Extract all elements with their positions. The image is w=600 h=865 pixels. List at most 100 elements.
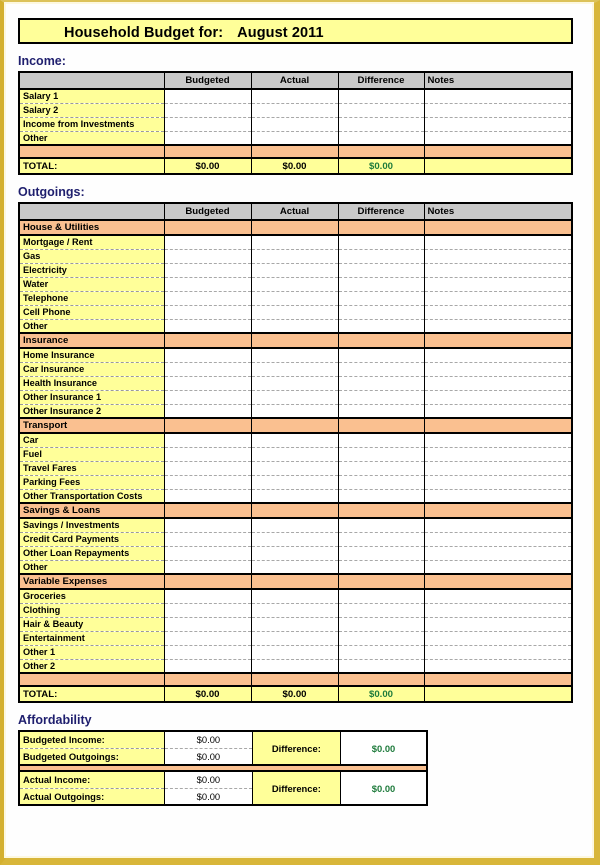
cell-notes[interactable] (424, 475, 572, 490)
cell-actual[interactable] (251, 319, 339, 334)
cell-difference[interactable] (338, 103, 425, 118)
cell-budgeted[interactable] (164, 319, 252, 334)
cell-actual[interactable] (251, 560, 339, 575)
cell-notes[interactable] (424, 235, 572, 250)
cell-difference[interactable] (338, 390, 425, 405)
affordability-value[interactable]: $0.00 (164, 771, 253, 789)
cell-notes[interactable] (424, 645, 572, 660)
cell-budgeted[interactable] (164, 291, 252, 306)
cell-difference[interactable] (338, 589, 425, 604)
cell-budgeted[interactable] (164, 518, 252, 533)
cell-difference[interactable] (338, 291, 425, 306)
cell-actual[interactable] (251, 404, 339, 419)
affordability-value[interactable]: $0.00 (164, 788, 253, 805)
cell-difference[interactable] (338, 532, 425, 547)
cell-difference[interactable] (338, 348, 425, 363)
cell-budgeted[interactable] (164, 277, 252, 292)
affordability-value[interactable]: $0.00 (164, 748, 253, 765)
cell-budgeted[interactable] (164, 603, 252, 618)
cell-difference[interactable] (338, 319, 425, 334)
cell-actual[interactable] (251, 291, 339, 306)
cell-budgeted[interactable] (164, 117, 252, 132)
cell-notes[interactable] (424, 362, 572, 377)
cell-budgeted[interactable] (164, 447, 252, 462)
cell-difference[interactable] (338, 131, 425, 146)
cell-notes[interactable] (424, 433, 572, 448)
cell-notes[interactable] (424, 319, 572, 334)
cell-budgeted[interactable] (164, 390, 252, 405)
cell-difference[interactable] (338, 560, 425, 575)
cell-notes[interactable] (424, 277, 572, 292)
cell-actual[interactable] (251, 603, 339, 618)
cell-actual[interactable] (251, 235, 339, 250)
cell-budgeted[interactable] (164, 362, 252, 377)
cell-budgeted[interactable] (164, 532, 252, 547)
cell-notes[interactable] (424, 560, 572, 575)
cell-notes[interactable] (424, 603, 572, 618)
cell-actual[interactable] (251, 131, 339, 146)
cell-budgeted[interactable] (164, 131, 252, 146)
cell-actual[interactable] (251, 546, 339, 561)
cell-notes[interactable] (424, 131, 572, 146)
cell-difference[interactable] (338, 645, 425, 660)
affordability-value[interactable]: $0.00 (164, 731, 253, 749)
cell-notes[interactable] (424, 461, 572, 476)
cell-notes[interactable] (424, 532, 572, 547)
cell-notes[interactable] (424, 489, 572, 504)
cell-notes[interactable] (424, 103, 572, 118)
cell-budgeted[interactable] (164, 263, 252, 278)
cell-notes[interactable] (424, 546, 572, 561)
cell-actual[interactable] (251, 659, 339, 674)
cell-difference[interactable] (338, 489, 425, 504)
cell-budgeted[interactable] (164, 617, 252, 632)
cell-budgeted[interactable] (164, 404, 252, 419)
cell-budgeted[interactable] (164, 560, 252, 575)
cell-notes[interactable] (424, 447, 572, 462)
cell-budgeted[interactable] (164, 103, 252, 118)
cell-actual[interactable] (251, 263, 339, 278)
cell-budgeted[interactable] (164, 433, 252, 448)
cell-notes[interactable] (424, 89, 572, 104)
cell-difference[interactable] (338, 362, 425, 377)
cell-actual[interactable] (251, 631, 339, 646)
cell-notes[interactable] (424, 348, 572, 363)
cell-difference[interactable] (338, 461, 425, 476)
cell-difference[interactable] (338, 475, 425, 490)
cell-actual[interactable] (251, 617, 339, 632)
cell-difference[interactable] (338, 263, 425, 278)
cell-actual[interactable] (251, 103, 339, 118)
cell-difference[interactable] (338, 235, 425, 250)
cell-difference[interactable] (338, 376, 425, 391)
cell-notes[interactable] (424, 390, 572, 405)
cell-actual[interactable] (251, 89, 339, 104)
cell-budgeted[interactable] (164, 235, 252, 250)
cell-actual[interactable] (251, 376, 339, 391)
cell-budgeted[interactable] (164, 461, 252, 476)
cell-difference[interactable] (338, 305, 425, 320)
cell-notes[interactable] (424, 263, 572, 278)
cell-notes[interactable] (424, 249, 572, 264)
cell-difference[interactable] (338, 404, 425, 419)
cell-budgeted[interactable] (164, 546, 252, 561)
cell-budgeted[interactable] (164, 489, 252, 504)
cell-actual[interactable] (251, 390, 339, 405)
cell-difference[interactable] (338, 447, 425, 462)
cell-actual[interactable] (251, 518, 339, 533)
cell-notes[interactable] (424, 291, 572, 306)
cell-budgeted[interactable] (164, 659, 252, 674)
cell-actual[interactable] (251, 475, 339, 490)
cell-actual[interactable] (251, 489, 339, 504)
cell-budgeted[interactable] (164, 645, 252, 660)
cell-budgeted[interactable] (164, 475, 252, 490)
cell-actual[interactable] (251, 277, 339, 292)
cell-difference[interactable] (338, 89, 425, 104)
cell-difference[interactable] (338, 117, 425, 132)
cell-actual[interactable] (251, 645, 339, 660)
cell-actual[interactable] (251, 362, 339, 377)
cell-notes[interactable] (424, 117, 572, 132)
cell-notes[interactable] (424, 589, 572, 604)
cell-actual[interactable] (251, 305, 339, 320)
cell-actual[interactable] (251, 249, 339, 264)
cell-difference[interactable] (338, 277, 425, 292)
cell-notes[interactable] (424, 659, 572, 674)
